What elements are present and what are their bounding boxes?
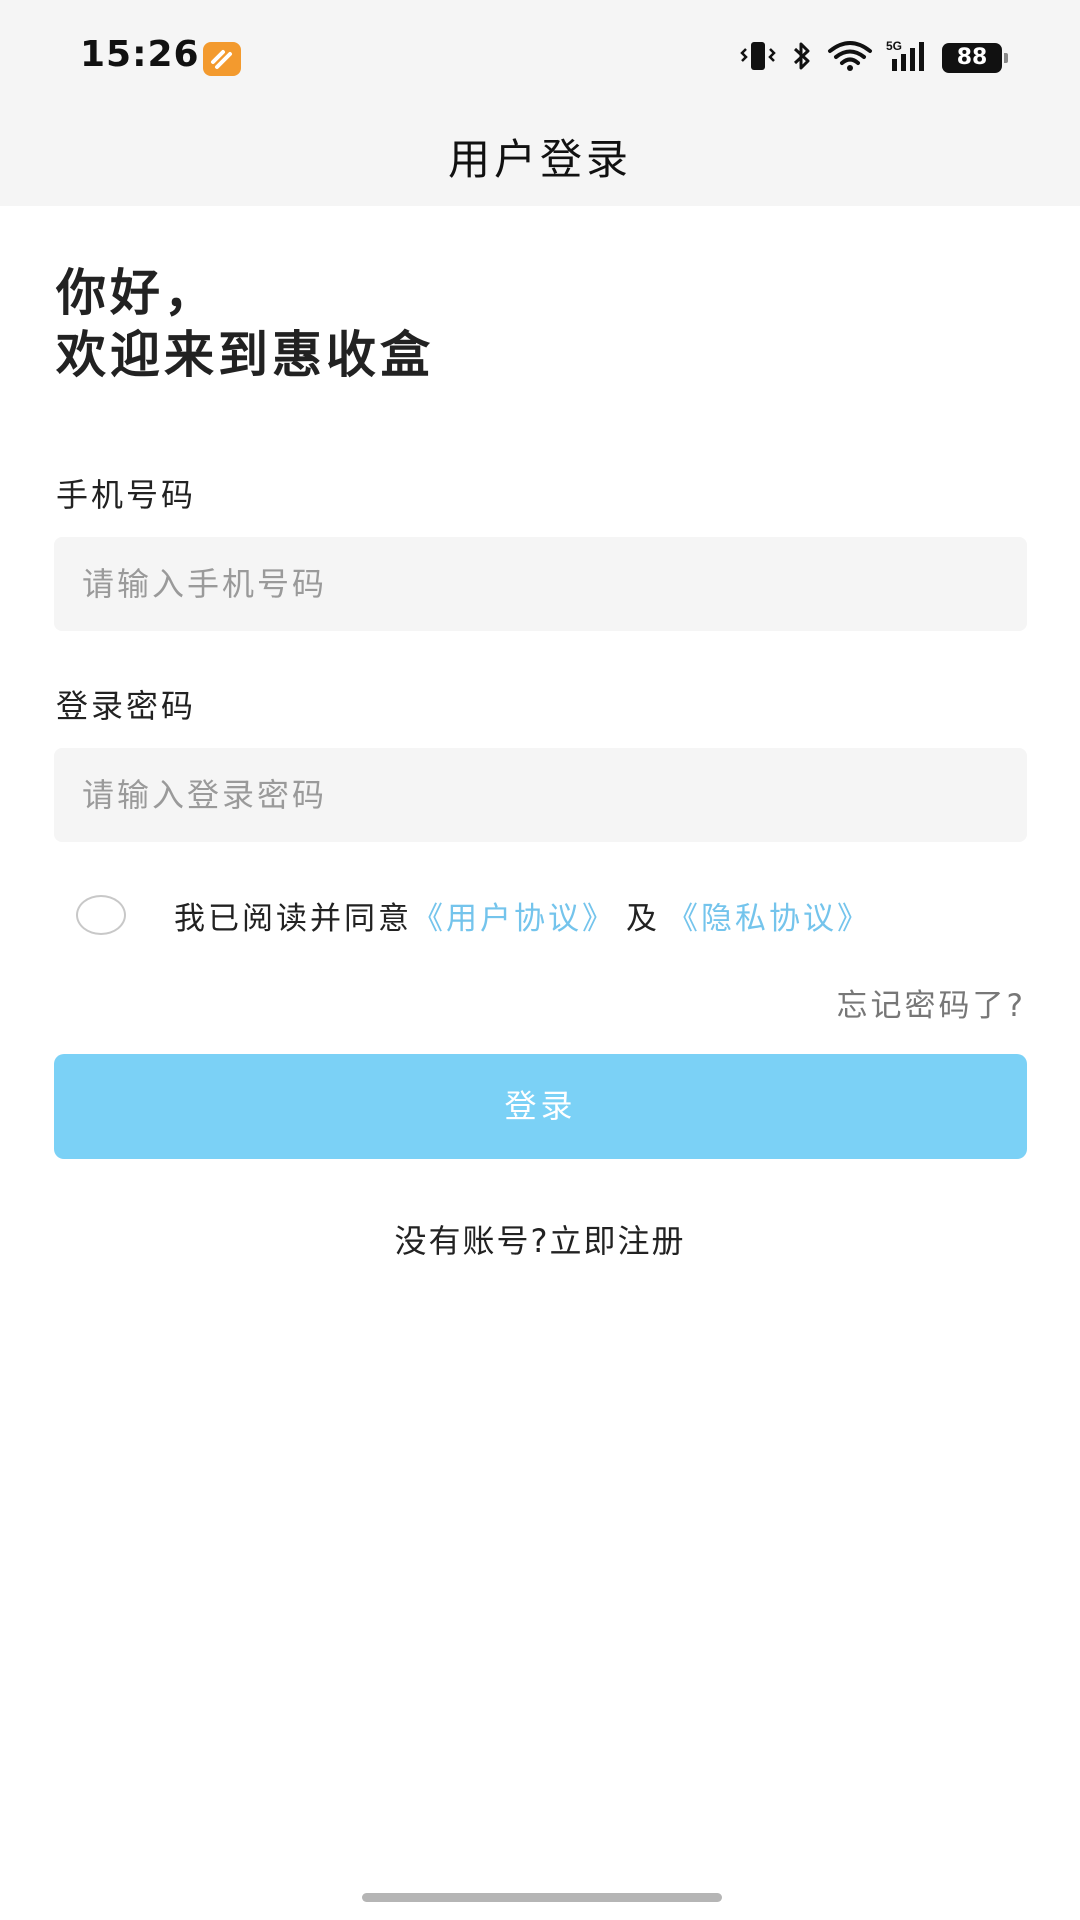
wifi-icon	[826, 39, 874, 77]
agreement-row: 我已阅读并同意 《用户协议》 及 《隐私协议》	[76, 890, 871, 940]
phone-input[interactable]	[54, 537, 1027, 631]
login-button[interactable]: 登录	[54, 1054, 1027, 1159]
greeting-line-1: 你好，	[56, 264, 218, 322]
app-notification-icon	[203, 42, 241, 76]
agreement-checkbox[interactable]	[76, 895, 126, 935]
status-bar: 15:26 5G 88	[0, 0, 1080, 110]
password-input[interactable]	[54, 748, 1027, 842]
bluetooth-icon	[790, 39, 814, 77]
privacy-agreement-link[interactable]: 《隐私协议》	[667, 893, 871, 938]
page-title: 用户登录	[447, 135, 632, 184]
register-link[interactable]: 没有账号?立即注册	[0, 1216, 1080, 1262]
agreement-prefix: 我已阅读并同意	[174, 900, 412, 937]
password-field[interactable]	[54, 748, 1027, 842]
network-type: 5G	[886, 39, 902, 53]
status-time: 15:26	[80, 34, 200, 75]
nav-bar: 用户登录	[0, 110, 1080, 206]
home-indicator[interactable]	[362, 1893, 722, 1902]
agreement-conjunction: 及	[626, 900, 657, 937]
password-label: 登录密码	[56, 687, 197, 725]
welcome-heading: 你好， 欢迎来到惠收盒	[56, 262, 434, 386]
user-agreement-link[interactable]: 《用户协议》	[412, 893, 616, 938]
cellular-signal-icon: 5G	[886, 39, 930, 77]
vibrate-icon	[738, 39, 778, 77]
forgot-password-link[interactable]: 忘记密码了?	[837, 980, 1026, 1025]
battery-icon: 88	[942, 43, 1008, 73]
phone-label: 手机号码	[56, 476, 197, 514]
status-icons: 5G 88	[738, 38, 1008, 78]
phone-field[interactable]	[54, 537, 1027, 631]
greeting-line-2: 欢迎来到惠收盒	[56, 326, 434, 384]
